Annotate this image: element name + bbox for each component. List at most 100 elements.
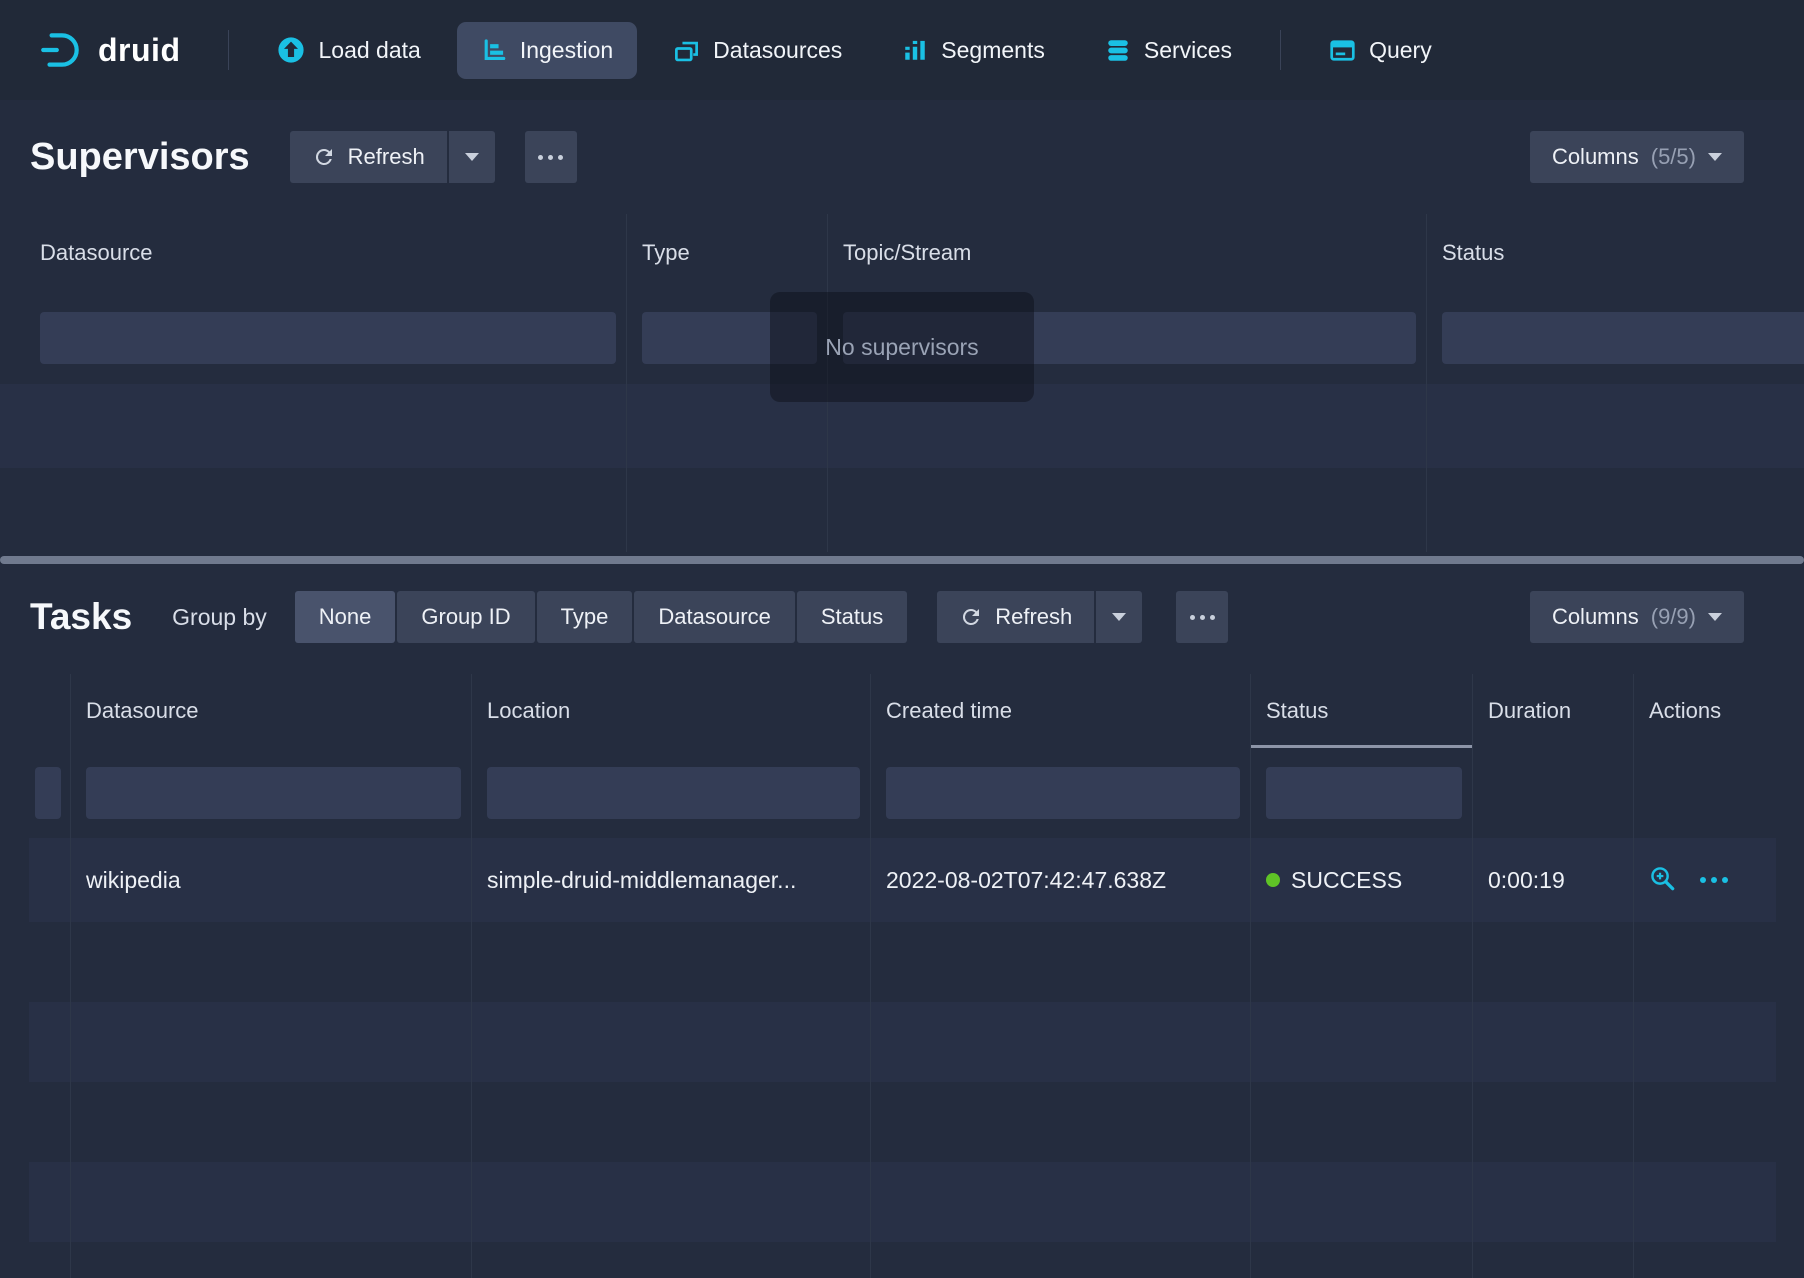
column-header-label: Type [642, 240, 690, 266]
column-header-topic-stream[interactable]: Topic/Stream [828, 214, 1427, 292]
no-supervisors-message: No supervisors [770, 292, 1034, 402]
refresh-icon [959, 605, 983, 629]
task-location-cell[interactable]: simple-druid-middlemanager... [472, 838, 871, 922]
column-header-datasource[interactable]: Datasource [71, 674, 472, 748]
column-header-label: Location [487, 698, 570, 724]
column-header-datasource[interactable]: Datasource [0, 214, 627, 292]
status-success-dot [1266, 873, 1280, 887]
column-header-created-time[interactable]: Created time [871, 674, 1251, 748]
filter-cell [29, 748, 71, 838]
tasks-filter-row [29, 748, 1776, 838]
load-data-icon [277, 36, 305, 64]
navbar-divider [228, 30, 229, 70]
tasks-section: Tasks Group by None Group ID Type Dataso… [0, 586, 1804, 1278]
nav-item-datasources[interactable]: Datasources [649, 22, 866, 79]
task-actions-menu-button[interactable] [1700, 877, 1728, 883]
columns-count: (5/5) [1651, 144, 1696, 170]
filter-cell [1251, 748, 1473, 838]
column-header-actions: Actions [1634, 674, 1776, 748]
task-location: simple-druid-middlemanager... [487, 867, 796, 894]
task-duration-cell: 0:00:19 [1473, 838, 1634, 922]
supervisors-refresh-caret-button[interactable] [449, 131, 495, 183]
tasks-refresh-button[interactable]: Refresh [937, 591, 1094, 643]
nav-item-label: Services [1144, 37, 1232, 64]
column-header-label: Created time [886, 698, 1012, 724]
task-row-wikipedia[interactable]: wikipedia simple-druid-middlemanager... … [29, 838, 1776, 922]
columns-label: Columns [1552, 144, 1639, 170]
chevron-down-icon [465, 153, 479, 161]
filter-cell [0, 292, 627, 384]
supervisors-refresh-split-button: Refresh [290, 131, 495, 183]
nav-item-label: Query [1369, 37, 1432, 64]
nav-item-label: Segments [941, 37, 1045, 64]
nav-item-label: Load data [318, 37, 420, 64]
group-by-button-group: None Group ID Type Datasource Status [295, 591, 907, 643]
supervisors-refresh-button[interactable]: Refresh [290, 131, 447, 183]
nav-item-query[interactable]: Query [1305, 22, 1456, 79]
task-created-time-cell[interactable]: 2022-08-02T07:42:47.638Z [871, 838, 1251, 922]
chevron-down-icon [1708, 153, 1722, 161]
nav-item-ingestion[interactable]: Ingestion [457, 22, 637, 79]
refresh-label: Refresh [995, 604, 1072, 630]
chevron-down-icon [1112, 613, 1126, 621]
services-icon [1105, 37, 1131, 63]
clipped-filter-input[interactable] [35, 767, 61, 819]
more-icon [538, 155, 563, 160]
magnifier-plus-icon [1649, 865, 1676, 895]
tasks-refresh-split-button: Refresh [937, 591, 1142, 643]
group-by-none-button[interactable]: None [295, 591, 396, 643]
scrollbar-thumb[interactable] [0, 556, 1804, 564]
task-duration: 0:00:19 [1488, 867, 1565, 894]
datasource-filter-input[interactable] [86, 767, 461, 819]
tasks-table: Datasource Location Created time Status … [29, 674, 1776, 1278]
datasource-filter-input[interactable] [40, 312, 616, 364]
druid-logo[interactable]: druid [38, 27, 180, 73]
column-header-status[interactable]: Status [1427, 214, 1804, 292]
chevron-down-icon [1708, 613, 1722, 621]
supervisors-table: Datasource Type Topic/Stream Status No s… [0, 214, 1804, 552]
filter-cell [1634, 748, 1776, 838]
status-filter-input[interactable] [1266, 767, 1462, 819]
columns-count: (9/9) [1651, 604, 1696, 630]
location-filter-input[interactable] [487, 767, 860, 819]
tasks-title: Tasks [30, 596, 132, 638]
table-row [29, 922, 1776, 1002]
column-header-duration[interactable]: Duration [1473, 674, 1634, 748]
column-header-clipped [29, 674, 71, 748]
columns-label: Columns [1552, 604, 1639, 630]
tasks-columns-button[interactable]: Columns (9/9) [1530, 591, 1744, 643]
supervisors-columns-button[interactable]: Columns (5/5) [1530, 131, 1744, 183]
horizontal-scrollbar[interactable] [0, 556, 1804, 564]
created-time-filter-input[interactable] [886, 767, 1240, 819]
column-header-type[interactable]: Type [627, 214, 828, 292]
query-icon [1329, 37, 1356, 64]
more-icon [1700, 877, 1728, 883]
nav-item-load-data[interactable]: Load data [253, 21, 444, 79]
task-datasource-cell[interactable]: wikipedia [71, 838, 472, 922]
task-actions-cell [1634, 838, 1776, 922]
tasks-more-button[interactable] [1176, 591, 1228, 643]
group-by-group-id-button[interactable]: Group ID [397, 591, 534, 643]
task-detail-button[interactable] [1649, 865, 1676, 895]
nav-item-segments[interactable]: Segments [878, 22, 1069, 79]
ingestion-icon [481, 37, 507, 63]
more-icon [1190, 615, 1215, 620]
druid-logo-icon [38, 27, 84, 73]
group-by-type-button[interactable]: Type [537, 591, 633, 643]
table-row [29, 1002, 1776, 1082]
column-header-label: Status [1442, 240, 1504, 266]
column-header-label: Actions [1649, 698, 1721, 724]
column-header-label: Duration [1488, 698, 1571, 724]
group-by-status-button[interactable]: Status [797, 591, 907, 643]
task-status-cell[interactable]: SUCCESS [1251, 838, 1473, 922]
refresh-label: Refresh [348, 144, 425, 170]
supervisors-more-button[interactable] [525, 131, 577, 183]
tasks-refresh-caret-button[interactable] [1096, 591, 1142, 643]
column-header-status-sorted[interactable]: Status [1251, 674, 1473, 748]
table-row [0, 468, 1804, 552]
nav-item-services[interactable]: Services [1081, 22, 1256, 79]
filter-cell [472, 748, 871, 838]
group-by-datasource-button[interactable]: Datasource [634, 591, 795, 643]
status-filter-input[interactable] [1442, 312, 1804, 364]
column-header-location[interactable]: Location [472, 674, 871, 748]
